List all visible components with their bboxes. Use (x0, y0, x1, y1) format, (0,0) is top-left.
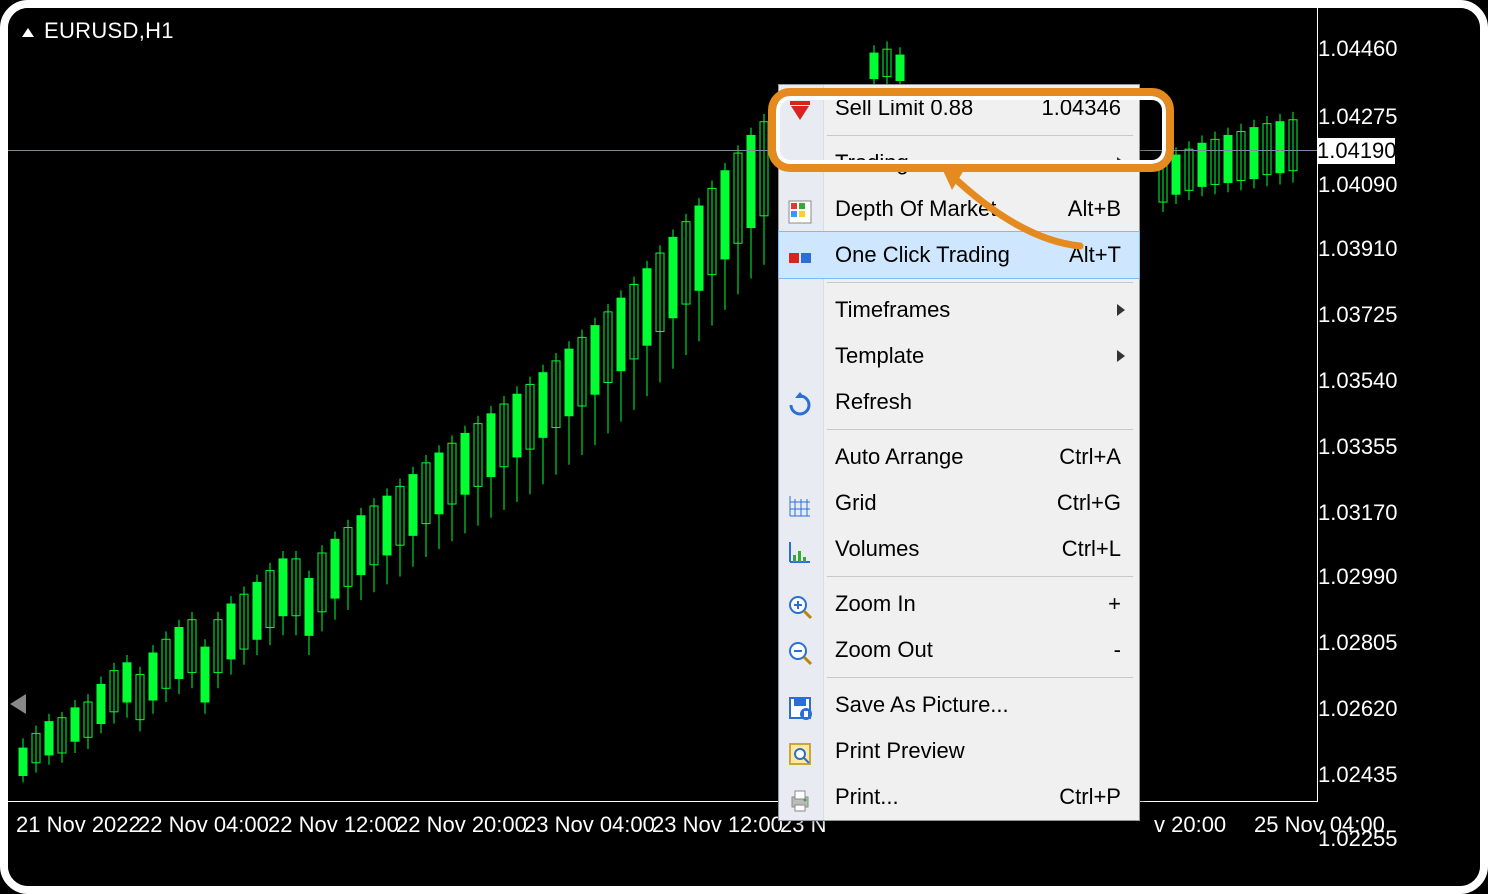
menu-item-label: Grid (835, 490, 877, 515)
menu-item-label: Trading (835, 150, 909, 175)
menu-item-refresh[interactable]: Refresh (779, 379, 1139, 425)
menu-item-label: Timeframes (835, 297, 950, 322)
y-tick-label: 1.03910 (1318, 236, 1394, 262)
menu-item-zoom-in[interactable]: Zoom In + (779, 581, 1139, 627)
menu-item-label: Zoom Out (835, 637, 933, 662)
y-tick-label: 1.04460 (1318, 36, 1394, 62)
menu-item-label: One Click Trading (835, 242, 1010, 267)
menu-separator (827, 135, 1133, 136)
menu-item-label: Volumes (835, 536, 919, 561)
menu-item-grid[interactable]: Grid Ctrl+G (779, 480, 1139, 526)
menu-item-oct[interactable]: One Click Trading Alt+T (779, 232, 1139, 278)
grid-icon (787, 489, 815, 517)
menu-item-trading[interactable]: Trading (779, 140, 1139, 186)
scroll-left-icon[interactable] (10, 694, 26, 714)
menu-item-shortcut: Ctrl+A (1059, 434, 1121, 480)
menu-item-label: Save As Picture... (835, 692, 1009, 717)
chart-context-menu: Sell Limit 0.88 1.04346 Trading Depth Of Ma… (778, 84, 1140, 821)
x-tick-label: 23 Nov 12:00 (652, 812, 783, 838)
chart-title: EURUSD,H1 (22, 18, 174, 44)
y-tick-label: 1.03725 (1318, 302, 1394, 328)
menu-item-label: Template (835, 343, 924, 368)
chart-title-text: EURUSD,H1 (44, 18, 174, 43)
menu-item-save-pic[interactable]: Save As Picture... (779, 682, 1139, 728)
menu-item-label: Print Preview (835, 738, 965, 763)
menu-item-label: Auto Arrange (835, 444, 963, 469)
y-tick-label: 1.03540 (1318, 368, 1394, 394)
oct-icon (787, 241, 815, 269)
price-axis: 1.04190 1.04460 1.04275 1.04090 1.03910 1.03… (1317, 8, 1480, 802)
y-tick-label: 1.02435 (1318, 762, 1394, 788)
y-tick-label: 1.02620 (1318, 696, 1394, 722)
y-tick-label: 1.02990 (1318, 564, 1394, 590)
submenu-arrow-icon (1117, 304, 1125, 316)
menu-item-shortcut: - (1114, 627, 1121, 673)
x-tick-label: 22 Nov 04:00 (138, 812, 269, 838)
menu-item-shortcut: Ctrl+G (1057, 480, 1121, 526)
y-tick-label: 1.02805 (1318, 630, 1394, 656)
save-icon (787, 691, 815, 719)
menu-item-label: Zoom In (835, 591, 916, 616)
menu-item-sell-limit[interactable]: Sell Limit 0.88 1.04346 (779, 85, 1139, 131)
menu-separator (827, 429, 1133, 430)
menu-item-label: Refresh (835, 389, 912, 414)
volumes-icon (787, 535, 815, 563)
refresh-icon (787, 388, 815, 416)
menu-item-timeframes[interactable]: Timeframes (779, 287, 1139, 333)
x-tick-label: 21 Nov 2022 (16, 812, 141, 838)
x-tick-label: 25 Nov 04:00 (1254, 812, 1385, 838)
menu-separator (827, 282, 1133, 283)
menu-item-shortcut: 1.04346 (1041, 85, 1121, 131)
dom-icon (787, 195, 815, 223)
menu-separator (827, 677, 1133, 678)
current-price-tag: 1.04190 (1317, 138, 1395, 164)
submenu-arrow-icon (1117, 350, 1125, 362)
zoom-out-icon (787, 636, 815, 664)
menu-item-zoom-out[interactable]: Zoom Out - (779, 627, 1139, 673)
x-tick-label: 22 Nov 12:00 (268, 812, 399, 838)
menu-item-label: Print... (835, 784, 899, 809)
menu-item-shortcut: Ctrl+L (1062, 526, 1121, 572)
y-tick-label: 1.04090 (1318, 172, 1394, 198)
zoom-in-icon (787, 590, 815, 618)
menu-item-print-preview[interactable]: Print Preview (779, 728, 1139, 774)
menu-separator (827, 576, 1133, 577)
chart-window: EURUSD,H1 (8, 8, 1480, 886)
menu-item-template[interactable]: Template (779, 333, 1139, 379)
print-icon (787, 783, 815, 811)
menu-item-shortcut: Alt+T (1069, 232, 1121, 278)
y-tick-label: 1.03170 (1318, 500, 1394, 526)
menu-item-volumes[interactable]: Volumes Ctrl+L (779, 526, 1139, 572)
menu-item-label: Depth Of Market (835, 196, 996, 221)
y-tick-label: 1.03355 (1318, 434, 1394, 460)
submenu-arrow-icon (1117, 157, 1125, 169)
menu-item-shortcut: + (1108, 581, 1121, 627)
menu-item-auto-arrange[interactable]: Auto Arrange Ctrl+A (779, 434, 1139, 480)
x-tick-label: v 20:00 (1154, 812, 1226, 838)
y-tick-label: 1.04275 (1318, 104, 1394, 130)
x-tick-label: 22 Nov 20:00 (396, 812, 527, 838)
sell-arrow-icon (787, 94, 815, 122)
preview-icon (787, 737, 815, 765)
menu-item-print[interactable]: Print... Ctrl+P (779, 774, 1139, 820)
expand-icon (22, 28, 34, 37)
menu-item-shortcut: Ctrl+P (1059, 774, 1121, 820)
x-tick-label: 23 Nov 04:00 (524, 812, 655, 838)
menu-item-dom[interactable]: Depth Of Market Alt+B (779, 186, 1139, 232)
menu-item-shortcut: Alt+B (1068, 186, 1121, 232)
menu-item-label: Sell Limit 0.88 (835, 95, 973, 120)
